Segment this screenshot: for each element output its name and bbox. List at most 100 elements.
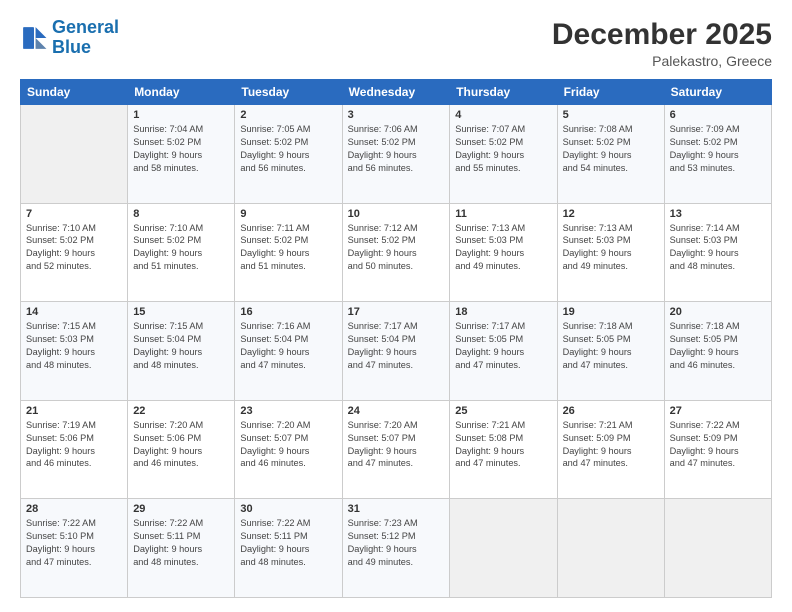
day-info: Sunrise: 7:10 AM Sunset: 5:02 PM Dayligh…	[133, 222, 229, 274]
day-info: Sunrise: 7:05 AM Sunset: 5:02 PM Dayligh…	[240, 123, 336, 175]
day-info: Sunrise: 7:06 AM Sunset: 5:02 PM Dayligh…	[348, 123, 445, 175]
day-info: Sunrise: 7:23 AM Sunset: 5:12 PM Dayligh…	[348, 517, 445, 569]
day-info: Sunrise: 7:13 AM Sunset: 5:03 PM Dayligh…	[563, 222, 659, 274]
logo-line1: General	[52, 17, 119, 37]
calendar-cell: 14 Sunrise: 7:15 AM Sunset: 5:03 PM Dayli…	[21, 302, 128, 401]
day-number: 23	[240, 405, 336, 417]
day-number: 22	[133, 405, 229, 417]
day-number: 27	[670, 405, 766, 417]
calendar-cell: 1Sunrise: 7:04 AM Sunset: 5:02 PM Daylig…	[128, 105, 235, 204]
calendar-week-4: 28 Sunrise: 7:22 AM Sunset: 5:10 PM Dayli…	[21, 499, 772, 598]
calendar-cell: 18 Sunrise: 7:17 AM Sunset: 5:05 PM Dayli…	[450, 302, 557, 401]
day-info: Sunrise: 7:22 AM Sunset: 5:10 PM Dayligh…	[26, 517, 122, 569]
main-title: December 2025	[552, 18, 772, 51]
day-info: Sunrise: 7:20 AM Sunset: 5:07 PM Dayligh…	[240, 419, 336, 471]
day-number: 20	[670, 306, 766, 318]
day-info: Sunrise: 7:22 AM Sunset: 5:11 PM Dayligh…	[133, 517, 229, 569]
day-info: Sunrise: 7:18 AM Sunset: 5:05 PM Dayligh…	[670, 320, 766, 372]
day-number: 25	[455, 405, 551, 417]
day-info: Sunrise: 7:21 AM Sunset: 5:08 PM Dayligh…	[455, 419, 551, 471]
calendar-table: Sunday Monday Tuesday Wednesday Thursday…	[20, 79, 772, 598]
day-info: Sunrise: 7:07 AM Sunset: 5:02 PM Dayligh…	[455, 123, 551, 175]
calendar-cell: 11 Sunrise: 7:13 AM Sunset: 5:03 PM Dayli…	[450, 203, 557, 302]
header: General Blue December 2025 Palekastro, G…	[20, 18, 772, 69]
col-monday: Monday	[128, 80, 235, 105]
day-info: Sunrise: 7:18 AM Sunset: 5:05 PM Dayligh…	[563, 320, 659, 372]
day-number: 28	[26, 503, 122, 515]
calendar-cell: 29 Sunrise: 7:22 AM Sunset: 5:11 PM Dayli…	[128, 499, 235, 598]
calendar-cell	[450, 499, 557, 598]
col-friday: Friday	[557, 80, 664, 105]
col-wednesday: Wednesday	[342, 80, 450, 105]
day-number: 14	[26, 306, 122, 318]
day-number: 13	[670, 208, 766, 220]
day-number: 19	[563, 306, 659, 318]
calendar-cell: 5 Sunrise: 7:08 AM Sunset: 5:02 PM Daylig…	[557, 105, 664, 204]
day-number: 11	[455, 208, 551, 220]
day-info: Sunrise: 7:13 AM Sunset: 5:03 PM Dayligh…	[455, 222, 551, 274]
day-info: Sunrise: 7:20 AM Sunset: 5:06 PM Dayligh…	[133, 419, 229, 471]
calendar-cell: 6Sunrise: 7:09 AM Sunset: 5:02 PM Daylig…	[664, 105, 771, 204]
day-number: 15	[133, 306, 229, 318]
day-number: 4	[455, 109, 551, 121]
day-number: 21	[26, 405, 122, 417]
day-number: 16	[240, 306, 336, 318]
day-number: 3	[348, 109, 445, 121]
col-thursday: Thursday	[450, 80, 557, 105]
calendar-cell	[664, 499, 771, 598]
day-number: 29	[133, 503, 229, 515]
day-number: 5	[563, 109, 659, 121]
calendar-cell: 20 Sunrise: 7:18 AM Sunset: 5:05 PM Dayli…	[664, 302, 771, 401]
logo-text: General Blue	[52, 18, 119, 58]
calendar-cell: 28 Sunrise: 7:22 AM Sunset: 5:10 PM Dayli…	[21, 499, 128, 598]
calendar-header: Sunday Monday Tuesday Wednesday Thursday…	[21, 80, 772, 105]
calendar-cell: 30 Sunrise: 7:22 AM Sunset: 5:11 PM Dayli…	[235, 499, 342, 598]
calendar-cell: 25 Sunrise: 7:21 AM Sunset: 5:08 PM Dayli…	[450, 400, 557, 499]
calendar-cell: 26Sunrise: 7:21 AM Sunset: 5:09 PM Dayli…	[557, 400, 664, 499]
day-number: 24	[348, 405, 445, 417]
day-number: 17	[348, 306, 445, 318]
calendar-cell: 24 Sunrise: 7:20 AM Sunset: 5:07 PM Dayli…	[342, 400, 450, 499]
day-info: Sunrise: 7:15 AM Sunset: 5:03 PM Dayligh…	[26, 320, 122, 372]
logo-line2: Blue	[52, 37, 91, 57]
calendar-cell: 15 Sunrise: 7:15 AM Sunset: 5:04 PM Dayli…	[128, 302, 235, 401]
day-info: Sunrise: 7:19 AM Sunset: 5:06 PM Dayligh…	[26, 419, 122, 471]
calendar-cell: 3 Sunrise: 7:06 AM Sunset: 5:02 PM Daylig…	[342, 105, 450, 204]
day-number: 26	[563, 405, 659, 417]
day-info: Sunrise: 7:17 AM Sunset: 5:04 PM Dayligh…	[348, 320, 445, 372]
calendar-cell: 8 Sunrise: 7:10 AM Sunset: 5:02 PM Daylig…	[128, 203, 235, 302]
calendar-cell: 2Sunrise: 7:05 AM Sunset: 5:02 PM Daylig…	[235, 105, 342, 204]
day-number: 18	[455, 306, 551, 318]
calendar-cell: 4 Sunrise: 7:07 AM Sunset: 5:02 PM Daylig…	[450, 105, 557, 204]
day-number: 9	[240, 208, 336, 220]
day-number: 8	[133, 208, 229, 220]
calendar-week-0: 1Sunrise: 7:04 AM Sunset: 5:02 PM Daylig…	[21, 105, 772, 204]
day-number: 30	[240, 503, 336, 515]
logo: General Blue	[20, 18, 119, 58]
col-tuesday: Tuesday	[235, 80, 342, 105]
calendar-cell: 7Sunrise: 7:10 AM Sunset: 5:02 PM Daylig…	[21, 203, 128, 302]
day-info: Sunrise: 7:22 AM Sunset: 5:11 PM Dayligh…	[240, 517, 336, 569]
day-info: Sunrise: 7:16 AM Sunset: 5:04 PM Dayligh…	[240, 320, 336, 372]
calendar-cell: 31Sunrise: 7:23 AM Sunset: 5:12 PM Dayli…	[342, 499, 450, 598]
calendar-cell: 9 Sunrise: 7:11 AM Sunset: 5:02 PM Daylig…	[235, 203, 342, 302]
day-number: 12	[563, 208, 659, 220]
day-number: 10	[348, 208, 445, 220]
calendar-cell: 16 Sunrise: 7:16 AM Sunset: 5:04 PM Dayli…	[235, 302, 342, 401]
day-info: Sunrise: 7:09 AM Sunset: 5:02 PM Dayligh…	[670, 123, 766, 175]
col-saturday: Saturday	[664, 80, 771, 105]
calendar-cell: 21 Sunrise: 7:19 AM Sunset: 5:06 PM Dayli…	[21, 400, 128, 499]
calendar-cell: 23 Sunrise: 7:20 AM Sunset: 5:07 PM Dayli…	[235, 400, 342, 499]
day-info: Sunrise: 7:17 AM Sunset: 5:05 PM Dayligh…	[455, 320, 551, 372]
calendar-cell: 22 Sunrise: 7:20 AM Sunset: 5:06 PM Dayli…	[128, 400, 235, 499]
day-info: Sunrise: 7:15 AM Sunset: 5:04 PM Dayligh…	[133, 320, 229, 372]
subtitle: Palekastro, Greece	[552, 53, 772, 69]
day-info: Sunrise: 7:11 AM Sunset: 5:02 PM Dayligh…	[240, 222, 336, 274]
day-info: Sunrise: 7:14 AM Sunset: 5:03 PM Dayligh…	[670, 222, 766, 274]
day-number: 1	[133, 109, 229, 121]
day-info: Sunrise: 7:08 AM Sunset: 5:02 PM Dayligh…	[563, 123, 659, 175]
calendar-cell: 13 Sunrise: 7:14 AM Sunset: 5:03 PM Dayli…	[664, 203, 771, 302]
day-info: Sunrise: 7:20 AM Sunset: 5:07 PM Dayligh…	[348, 419, 445, 471]
calendar-cell: 19 Sunrise: 7:18 AM Sunset: 5:05 PM Dayli…	[557, 302, 664, 401]
calendar-cell	[557, 499, 664, 598]
